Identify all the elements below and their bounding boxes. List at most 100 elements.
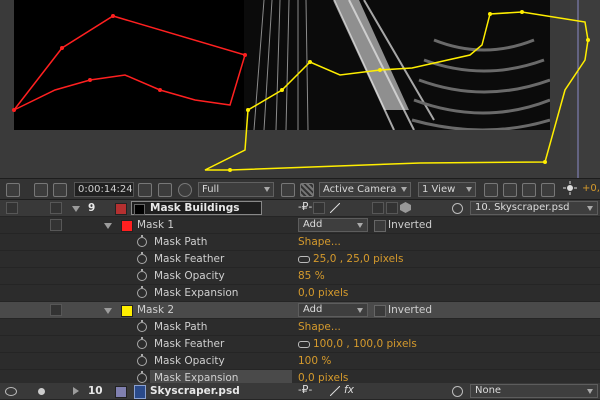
label-color-swatch[interactable] — [115, 203, 127, 215]
constrain-proportions-icon[interactable] — [298, 341, 310, 348]
resolution-value: Full — [202, 184, 220, 195]
quality-icon[interactable] — [329, 385, 341, 397]
property-row: Mask Feather 25,0 , 25,0 pixels — [0, 251, 600, 268]
property-value[interactable]: 85 % — [298, 270, 325, 282]
property-row: Mask Opacity 100 % — [0, 353, 600, 370]
exposure-icon[interactable] — [563, 181, 577, 196]
quality-icon[interactable] — [329, 202, 341, 214]
timecode-field[interactable]: 0:00:14:24 — [74, 182, 134, 197]
flowchart-icon[interactable] — [541, 183, 555, 197]
solo-icon[interactable] — [38, 388, 45, 395]
motion-blur-switch[interactable] — [372, 202, 384, 214]
stopwatch-icon[interactable] — [137, 320, 147, 332]
stopwatch-icon[interactable] — [137, 337, 147, 349]
transparency-grid-icon[interactable] — [300, 183, 314, 197]
mask-lock-switch[interactable] — [50, 304, 62, 316]
parent-dropdown[interactable]: None — [470, 384, 598, 398]
camera-dropdown[interactable]: Active Camera — [319, 182, 411, 197]
shy-switch-icon[interactable]: -₽- — [298, 201, 312, 213]
eye-icon[interactable] — [5, 387, 17, 396]
mask-lock-switch[interactable] — [50, 219, 62, 231]
property-name: Mask Opacity — [154, 270, 225, 282]
psd-file-icon — [134, 385, 146, 399]
camera-snapshot-icon[interactable] — [138, 183, 152, 197]
expand-mask-icon[interactable] — [104, 308, 112, 314]
mask-row[interactable]: Mask 2 Add Inverted — [0, 302, 600, 319]
layer-number: 10 — [88, 385, 103, 397]
timeline-panel: 9 Mask Buildings -₽- 10. Skyscraper.psd … — [0, 200, 600, 400]
parent-pickwhip-icon[interactable] — [452, 203, 463, 214]
mask-row[interactable]: Mask 1 Add Inverted — [0, 217, 600, 234]
safe-margins-icon[interactable] — [34, 183, 48, 197]
property-value[interactable]: 25,0 , 25,0 pixels — [313, 253, 403, 265]
3d-layer-icon[interactable] — [400, 202, 411, 213]
property-value[interactable]: 100,0 , 100,0 pixels — [313, 338, 417, 350]
mask-color-swatch[interactable] — [121, 220, 133, 232]
channels-icon[interactable] — [178, 183, 192, 197]
video-switch[interactable] — [6, 202, 18, 214]
chevron-down-icon — [466, 187, 472, 192]
resolution-dropdown[interactable]: Full — [198, 182, 274, 197]
exposure-value[interactable]: +0, — [582, 183, 600, 198]
layer-name-box[interactable]: Mask Buildings — [131, 201, 262, 215]
solid-icon — [134, 204, 145, 215]
region-of-interest-icon[interactable] — [281, 183, 295, 197]
property-value[interactable]: Shape... — [298, 321, 341, 333]
mask-visibility-icon[interactable] — [53, 183, 67, 197]
parent-pickwhip-icon[interactable] — [452, 386, 463, 397]
stopwatch-icon[interactable] — [137, 371, 147, 383]
composition-viewer[interactable] — [0, 0, 600, 178]
timeline-icon[interactable] — [522, 183, 536, 197]
chevron-down-icon — [587, 206, 593, 211]
property-value[interactable]: Shape... — [298, 236, 341, 248]
property-row: Mask Opacity 85 % — [0, 268, 600, 285]
stopwatch-icon[interactable] — [137, 252, 147, 264]
parent-dropdown[interactable]: 10. Skyscraper.psd — [470, 201, 598, 215]
expand-layer-icon[interactable] — [72, 206, 80, 212]
property-row: Mask Feather 100,0 , 100,0 pixels — [0, 336, 600, 353]
mask-name[interactable]: Mask 2 — [137, 304, 174, 316]
stopwatch-icon[interactable] — [137, 269, 147, 281]
property-row: Mask Path Shape... — [0, 319, 600, 336]
mask-mode-dropdown[interactable]: Add — [298, 303, 368, 317]
mask-mode-dropdown[interactable]: Add — [298, 218, 368, 232]
adjustment-layer-switch[interactable] — [386, 202, 398, 214]
expand-mask-icon[interactable] — [104, 223, 112, 229]
show-snapshot-icon[interactable] — [158, 183, 172, 197]
layer-name[interactable]: Skyscraper.psd — [150, 385, 240, 397]
mask-2-vertices — [228, 10, 590, 172]
fx-icon[interactable]: fx — [344, 384, 354, 396]
inverted-label: Inverted — [388, 304, 432, 316]
mask-name[interactable]: Mask 1 — [137, 219, 174, 231]
view-layout-dropdown[interactable]: 1 View — [418, 182, 476, 197]
layer-row[interactable]: 10 Skyscraper.psd -₽- fx None — [0, 383, 600, 400]
stopwatch-icon[interactable] — [137, 354, 147, 366]
stopwatch-icon[interactable] — [137, 286, 147, 298]
expand-layer-icon[interactable] — [73, 387, 79, 395]
mask-paths-overlay[interactable] — [0, 0, 600, 178]
layer-row[interactable]: 9 Mask Buildings -₽- 10. Skyscraper.psd — [0, 200, 600, 217]
mask-2-path — [204, 11, 589, 171]
chevron-down-icon — [357, 223, 363, 228]
view-layout-value: 1 View — [422, 184, 456, 195]
mask-color-swatch[interactable] — [121, 305, 133, 317]
collapse-switch[interactable] — [313, 202, 325, 214]
property-name: Mask Expansion — [154, 287, 239, 299]
inverted-checkbox[interactable] — [374, 305, 386, 317]
toggle-pixel-aspect-icon[interactable] — [484, 183, 498, 197]
stopwatch-icon[interactable] — [137, 235, 147, 247]
chevron-down-icon — [401, 187, 407, 192]
fast-previews-icon[interactable] — [503, 183, 517, 197]
viewer-toolbar: 0:00:14:24 Full Active Camera 1 View +0, — [0, 178, 600, 200]
label-color-swatch[interactable] — [115, 386, 127, 398]
lock-switch[interactable] — [50, 202, 62, 214]
constrain-proportions-icon[interactable] — [298, 256, 310, 263]
property-value[interactable]: 100 % — [298, 355, 331, 367]
mask-mode-value: Add — [303, 219, 323, 230]
property-name: Mask Opacity — [154, 355, 225, 367]
property-value[interactable]: 0,0 pixels — [298, 287, 348, 299]
shy-switch-icon[interactable]: -₽- — [298, 384, 312, 396]
zoom-icon[interactable] — [6, 183, 20, 197]
inverted-checkbox[interactable] — [374, 220, 386, 232]
property-row: Mask Path Shape... — [0, 234, 600, 251]
